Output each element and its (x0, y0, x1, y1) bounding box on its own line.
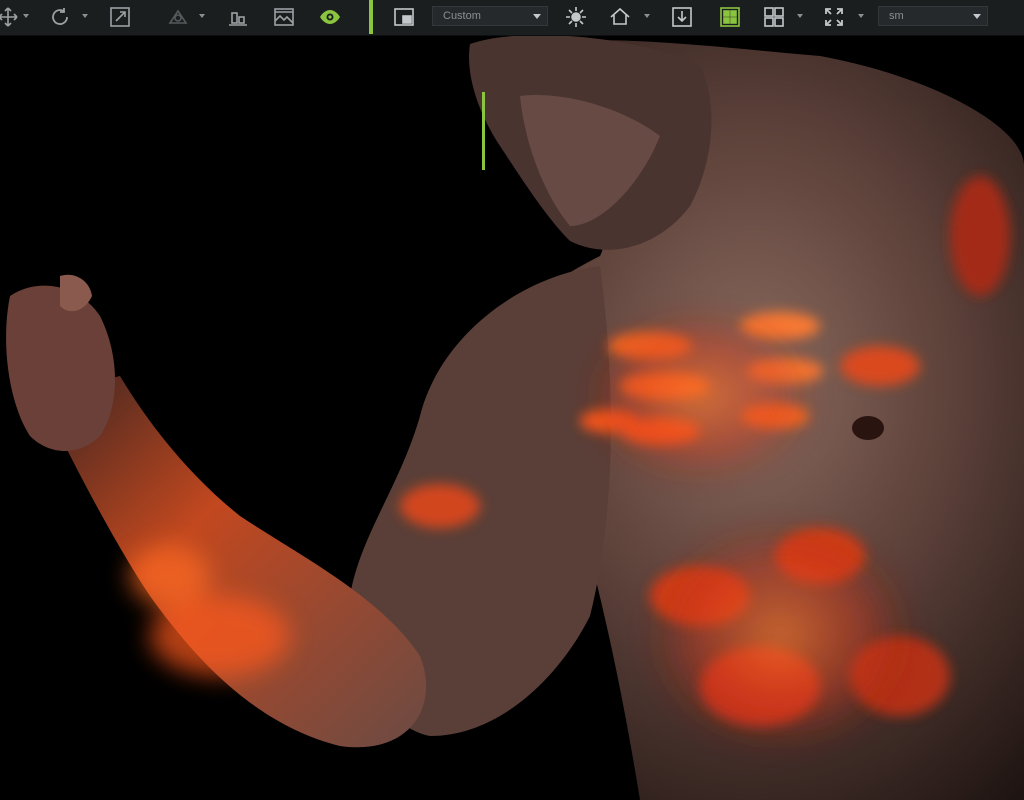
light-icon[interactable] (562, 5, 590, 29)
fit-dropdown-caret[interactable] (858, 14, 864, 18)
align-floor-icon[interactable] (224, 5, 252, 29)
rotate-dropdown-caret[interactable] (82, 14, 88, 18)
download-icon[interactable] (668, 5, 696, 29)
gizmo-icon[interactable] (164, 5, 192, 29)
toolbar: Custom sm (0, 0, 1024, 36)
character-render (6, 36, 1024, 800)
render-mode-dropdown[interactable]: sm (878, 6, 988, 26)
image-icon[interactable] (270, 5, 298, 29)
chevron-down-icon (533, 14, 541, 19)
gizmo-dropdown-caret[interactable] (199, 14, 205, 18)
grid-icon[interactable] (716, 5, 744, 29)
layout-dropdown-caret[interactable] (797, 14, 803, 18)
home-icon[interactable] (606, 5, 634, 29)
fit-icon[interactable] (820, 5, 848, 29)
eye-icon[interactable] (316, 5, 344, 29)
toolbar-active-separator (369, 0, 373, 34)
3d-viewport[interactable] (0, 36, 1024, 800)
layout-icon[interactable] (760, 5, 788, 29)
move-dropdown-caret[interactable] (23, 14, 29, 18)
chevron-down-icon (973, 14, 981, 19)
camera-view-icon[interactable] (390, 5, 418, 29)
camera-dropdown-value: Custom (443, 10, 481, 22)
scale-icon[interactable] (106, 5, 134, 29)
rotate-icon[interactable] (46, 5, 74, 29)
move-icon[interactable] (0, 5, 22, 29)
home-dropdown-caret[interactable] (644, 14, 650, 18)
render-mode-value: sm (889, 10, 904, 22)
camera-dropdown[interactable]: Custom (432, 6, 548, 26)
